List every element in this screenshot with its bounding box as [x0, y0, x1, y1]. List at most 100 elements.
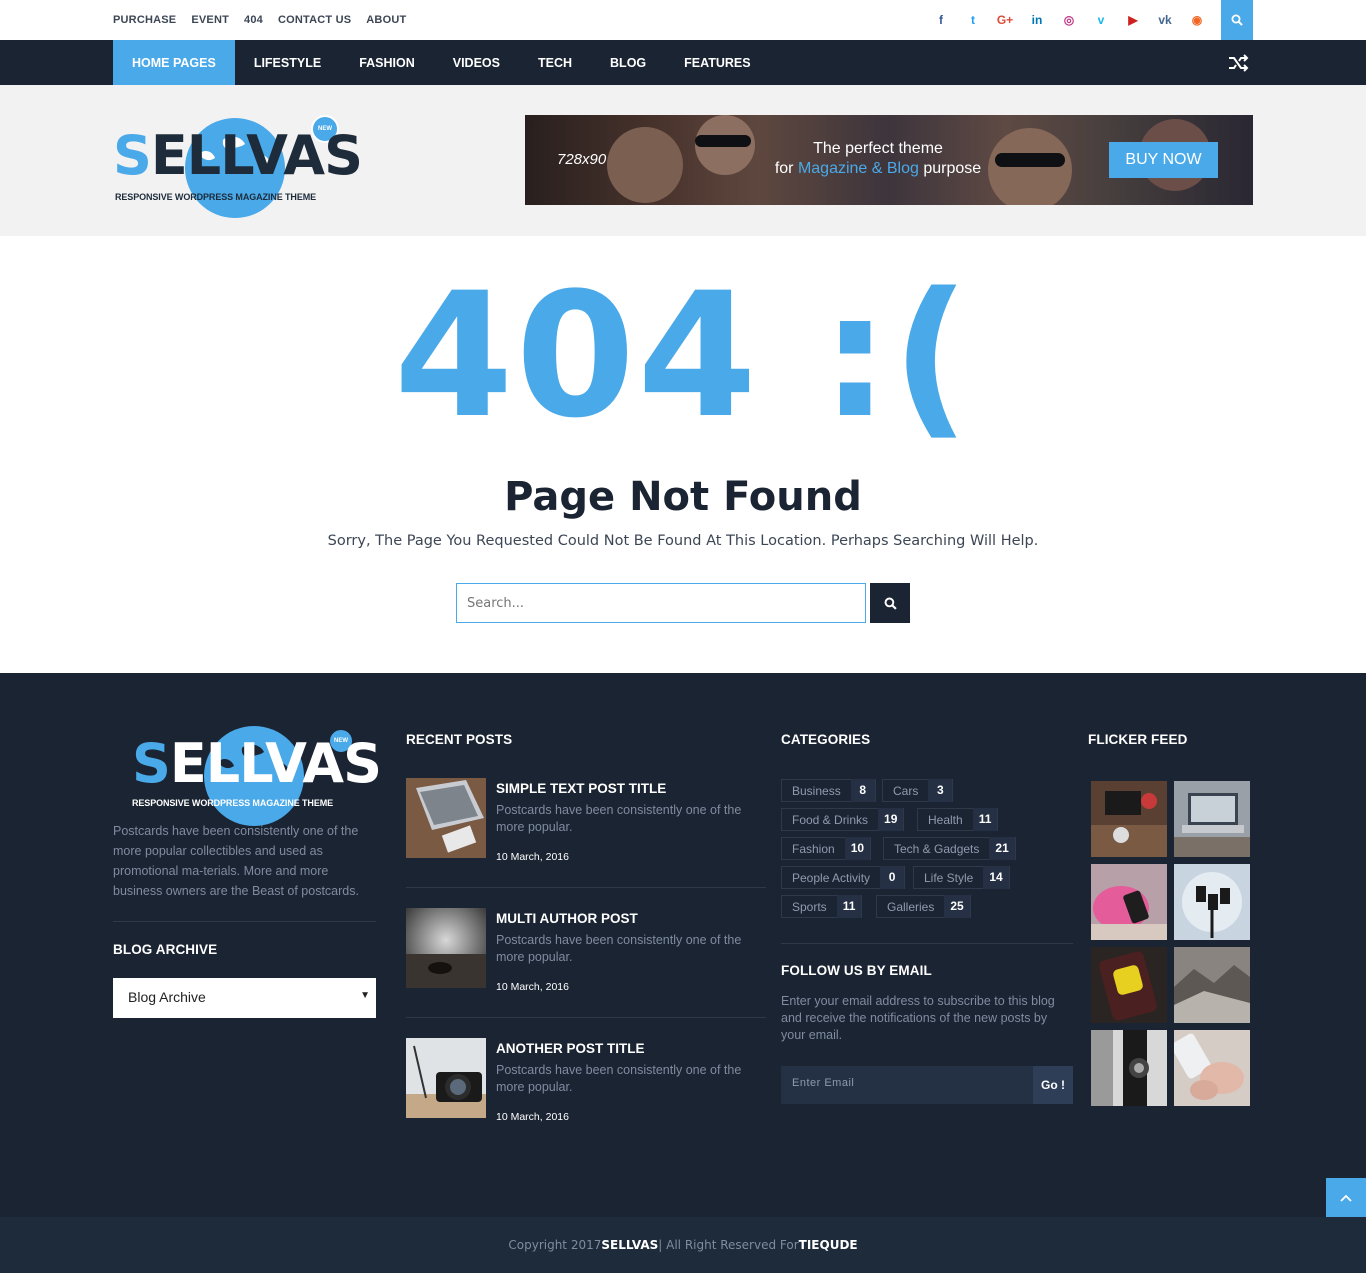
- category-name: Life Style: [924, 870, 974, 885]
- category-tag[interactable]: Tech & Gadgets 21: [883, 836, 1016, 860]
- search-input[interactable]: [456, 583, 866, 623]
- google-plus-icon[interactable]: G+: [996, 13, 1014, 27]
- category-name: Business: [792, 783, 841, 798]
- top-link-about[interactable]: ABOUT: [366, 14, 406, 26]
- post-date: 10 March, 2016: [496, 851, 569, 863]
- post-thumbnail[interactable]: [406, 1038, 486, 1118]
- banner-line2-suffix: purpose: [918, 160, 982, 177]
- category-tag[interactable]: Health 11: [917, 807, 999, 831]
- vk-icon[interactable]: vk: [1156, 13, 1174, 27]
- flicker-photo[interactable]: [1091, 781, 1167, 857]
- youtube-icon[interactable]: ▶: [1124, 13, 1142, 27]
- divider: [113, 921, 376, 922]
- back-to-top-button[interactable]: [1326, 1178, 1366, 1218]
- banner-line1: The perfect theme: [813, 140, 943, 157]
- post-excerpt: Postcards have been consistently one of …: [496, 803, 742, 834]
- search-icon: [1231, 14, 1243, 26]
- copyright-owner[interactable]: TIEQUDE: [799, 1238, 858, 1252]
- category-name: Tech & Gadgets: [894, 841, 980, 856]
- logo-wordmark: SELLVAS: [132, 729, 382, 799]
- ad-banner[interactable]: 728x90 The perfect theme for Magazine & …: [525, 115, 1253, 205]
- search-button[interactable]: [870, 583, 910, 623]
- flicker-heading: FLICKER FEED: [1088, 732, 1188, 747]
- nav-item-fashion[interactable]: FASHION: [340, 40, 434, 85]
- blog-archive-heading: BLOG ARCHIVE: [113, 942, 218, 957]
- buy-now-button[interactable]: BUY NOW: [1109, 142, 1218, 178]
- nav-item-lifestyle[interactable]: LIFESTYLE: [235, 40, 340, 85]
- post-excerpt: Postcards have been consistently one of …: [496, 933, 742, 964]
- blog-archive-select[interactable]: Blog Archive ▼: [113, 978, 376, 1018]
- post-thumbnail[interactable]: [406, 778, 486, 858]
- footer-about-text: Postcards have been consistently one of …: [113, 824, 359, 898]
- email-input[interactable]: Enter Email: [781, 1066, 1033, 1104]
- footer-logo[interactable]: NEW SELLVAS RESPONSIVE WORDPRESS MAGAZIN…: [132, 723, 382, 826]
- category-name: Galleries: [887, 899, 935, 914]
- banner-line2-prefix: for: [774, 160, 798, 177]
- nav-item-blog[interactable]: BLOG: [591, 40, 665, 85]
- logo-letters: ELLVAS: [169, 732, 382, 795]
- top-search-button[interactable]: [1221, 0, 1253, 40]
- category-tag[interactable]: Sports 11: [781, 894, 863, 918]
- category-tag[interactable]: Business 8: [781, 778, 876, 802]
- category-tag[interactable]: Fashion 10: [781, 836, 872, 860]
- category-tag[interactable]: People Activity 0: [781, 865, 906, 889]
- top-link-purchase[interactable]: PURCHASE: [113, 14, 176, 26]
- post-title[interactable]: MULTI AUTHOR POST: [496, 911, 638, 926]
- facebook-icon[interactable]: f: [932, 13, 950, 27]
- rss-icon[interactable]: ◉: [1188, 13, 1206, 27]
- top-bar: PURCHASE EVENT 404 CONTACT US ABOUT f t G+…: [0, 0, 1366, 40]
- category-tag[interactable]: Food & Drinks 19: [781, 807, 905, 831]
- twitter-icon[interactable]: t: [964, 13, 982, 27]
- top-link-404[interactable]: 404: [244, 14, 263, 26]
- recent-post[interactable]: ANOTHER POST TITLE Postcards have been c…: [406, 1038, 766, 1148]
- category-count: 0: [880, 865, 905, 889]
- divider: [781, 943, 1073, 944]
- category-tag[interactable]: Cars 3: [882, 778, 954, 802]
- search-icon: [884, 597, 897, 610]
- follow-heading: FOLLOW US BY EMAIL: [781, 963, 932, 978]
- subscribe-button[interactable]: Go !: [1033, 1066, 1073, 1104]
- banner-size-label: 728x90: [557, 151, 607, 168]
- nav-item-videos[interactable]: VIDEOS: [434, 40, 519, 85]
- nav-item-home-pages[interactable]: HOME PAGES: [113, 40, 235, 85]
- nav-item-features[interactable]: FEATURES: [665, 40, 769, 85]
- top-links: PURCHASE EVENT 404 CONTACT US ABOUT: [113, 0, 406, 40]
- post-title[interactable]: ANOTHER POST TITLE: [496, 1041, 645, 1056]
- category-count: 25: [944, 894, 970, 918]
- top-link-event[interactable]: EVENT: [191, 14, 229, 26]
- category-count: 19: [878, 807, 904, 831]
- flicker-photo[interactable]: [1174, 781, 1250, 857]
- flicker-photo[interactable]: [1091, 864, 1167, 940]
- copyright-brand[interactable]: SELLVAS: [601, 1238, 658, 1252]
- flicker-photo[interactable]: [1174, 1030, 1250, 1106]
- top-link-contact[interactable]: CONTACT US: [278, 14, 351, 26]
- logo-wordmark: SELLVAS: [113, 121, 363, 191]
- post-thumbnail[interactable]: [406, 908, 486, 988]
- flicker-photo[interactable]: [1091, 1030, 1167, 1106]
- site-logo[interactable]: NEW SELLVAS RESPONSIVE WORDPRESS MAGAZIN…: [113, 115, 363, 218]
- instagram-icon[interactable]: ◎: [1060, 13, 1078, 27]
- shuffle-icon[interactable]: [1227, 52, 1249, 74]
- category-count: 21: [989, 836, 1015, 860]
- category-name: Health: [928, 812, 963, 827]
- category-tag[interactable]: Galleries 25: [876, 894, 971, 918]
- copyright-middle: | All Right Reserved For: [658, 1238, 799, 1252]
- vimeo-icon[interactable]: v: [1092, 13, 1110, 27]
- social-links: f t G+ in ◎ v ▶ vk ◉: [932, 0, 1206, 40]
- nav-item-tech[interactable]: TECH: [519, 40, 591, 85]
- category-tag[interactable]: Life Style 14: [913, 865, 1010, 889]
- post-title[interactable]: SIMPLE TEXT POST TITLE: [496, 781, 666, 796]
- recent-post[interactable]: SIMPLE TEXT POST TITLE Postcards have be…: [406, 778, 766, 888]
- copyright-prefix: Copyright 2017: [508, 1238, 602, 1252]
- recent-post[interactable]: MULTI AUTHOR POST Postcards have been co…: [406, 908, 766, 1018]
- category-name: Cars: [893, 783, 919, 798]
- logo-tagline: RESPONSIVE WORDPRESS MAGAZINE THEME: [132, 798, 334, 808]
- flicker-photo[interactable]: [1174, 947, 1250, 1023]
- flicker-photo[interactable]: [1174, 864, 1250, 940]
- error-message: Sorry, The Page You Requested Could Not …: [327, 533, 1039, 549]
- flicker-photo[interactable]: [1091, 947, 1167, 1023]
- category-name: Food & Drinks: [792, 812, 869, 827]
- linkedin-icon[interactable]: in: [1028, 13, 1046, 27]
- banner-tagline: The perfect theme for Magazine & Blog pu…: [763, 139, 993, 179]
- divider: [406, 887, 766, 888]
